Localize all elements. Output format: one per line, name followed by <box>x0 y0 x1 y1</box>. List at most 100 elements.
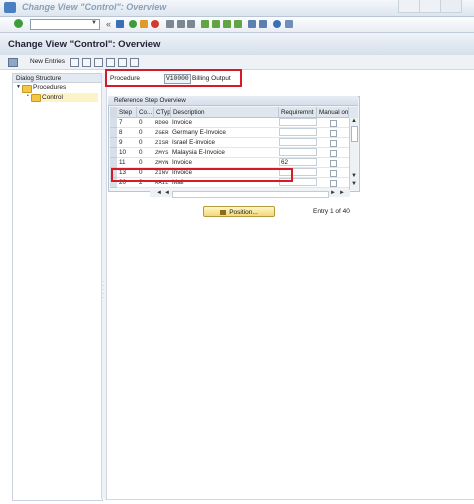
scroll-bottom-icon[interactable]: ▼ <box>351 181 357 188</box>
requirement-input[interactable] <box>279 138 317 146</box>
expand-arrow-icon[interactable]: ▼ <box>16 84 21 90</box>
cell-counter: 0 <box>139 129 143 136</box>
requirement-value <box>280 119 316 128</box>
position-button[interactable]: Position... <box>203 206 275 217</box>
cell-ctyp: RD00 <box>155 119 169 126</box>
column-header-step[interactable]: Step <box>117 107 137 118</box>
deselect-all-icon[interactable] <box>130 58 139 67</box>
cell-counter: 0 <box>139 149 143 156</box>
maximize-button[interactable] <box>419 0 441 13</box>
requirement-value <box>280 139 316 148</box>
requirement-value <box>280 129 316 138</box>
cell-step: 8 <box>119 129 123 136</box>
display-change-icon[interactable] <box>8 58 18 67</box>
scroll-left-icon[interactable]: ◄ <box>164 190 170 197</box>
manual-only-checkbox[interactable] <box>330 150 337 157</box>
cell-description: Israel E-invoice <box>172 139 216 146</box>
scroll-up-icon[interactable]: ▲ <box>351 118 357 125</box>
scroll-down-icon[interactable]: ▼ <box>351 173 357 180</box>
find-icon[interactable] <box>177 20 185 28</box>
cell-ctyp: ZMYN <box>155 159 169 166</box>
cancel-icon[interactable] <box>151 20 159 28</box>
save-icon[interactable] <box>116 20 124 28</box>
column-header-counter[interactable]: Co... <box>137 107 154 118</box>
exit-icon[interactable] <box>140 20 148 28</box>
scroll-thumb[interactable] <box>351 126 358 142</box>
position-button-label: Position... <box>229 209 258 216</box>
requirement-value <box>280 149 316 158</box>
cell-step: 9 <box>119 139 123 146</box>
last-page-icon[interactable] <box>234 20 242 28</box>
column-header-manual-only[interactable]: Manual only <box>317 107 349 118</box>
manual-only-checkbox[interactable] <box>330 170 337 177</box>
folder-icon <box>22 85 32 93</box>
requirement-input[interactable] <box>279 148 317 156</box>
previous-page-icon[interactable] <box>212 20 220 28</box>
print-icon[interactable] <box>166 20 174 28</box>
enter-check-icon[interactable] <box>14 19 23 28</box>
cell-step: 7 <box>119 119 123 126</box>
cell-ctyp: ZISR <box>155 139 169 146</box>
scroll-first-col-icon[interactable]: ◄ <box>156 190 162 197</box>
row-selector[interactable] <box>110 118 117 128</box>
first-page-icon[interactable] <box>201 20 209 28</box>
find-next-icon[interactable] <box>187 20 195 28</box>
cell-ctyp: ZGER <box>155 129 169 136</box>
cell-ctyp: ZMYS <box>155 149 169 156</box>
dialog-structure-header: Dialog Structure <box>13 74 102 83</box>
new-entries-button[interactable]: New Entries <box>30 58 65 65</box>
horizontal-scroll-track[interactable] <box>172 191 329 198</box>
tree-item-procedures[interactable]: Procedures <box>33 84 66 91</box>
row-selector[interactable] <box>110 128 117 138</box>
splitter-grip-icon[interactable]: · · · · · <box>101 279 105 301</box>
requirement-input[interactable] <box>279 128 317 136</box>
chevron-down-icon[interactable]: ▼ <box>90 19 98 28</box>
requirement-input[interactable]: 62 <box>279 158 317 166</box>
manual-only-checkbox[interactable] <box>330 140 337 147</box>
position-icon <box>220 209 227 215</box>
scroll-right-icon[interactable]: ► <box>330 190 336 197</box>
manual-only-checkbox[interactable] <box>330 180 337 187</box>
table-horizontal-scrollbar[interactable]: ◄ ◄ ► ► <box>150 190 350 198</box>
copy-icon[interactable] <box>70 58 79 67</box>
tree-item-control[interactable]: Control <box>41 93 98 102</box>
page-title: Change View "Control": Overview <box>8 39 161 50</box>
next-page-icon[interactable] <box>223 20 231 28</box>
row-selector[interactable] <box>110 158 117 168</box>
close-window-button[interactable] <box>440 0 462 13</box>
tree-node-bullet-icon: • <box>27 93 29 99</box>
help-icon[interactable] <box>273 20 281 28</box>
manual-only-checkbox[interactable] <box>330 130 337 137</box>
minimize-button[interactable] <box>398 0 420 13</box>
new-session-icon[interactable] <box>248 20 256 28</box>
selected-row-highlight-box <box>111 168 293 182</box>
back-icon[interactable] <box>129 20 137 28</box>
requirement-value: 62 <box>281 159 289 166</box>
content-bottom-border <box>105 499 474 500</box>
column-header-ctyp[interactable]: CTyp <box>154 107 171 118</box>
cell-step: 11 <box>119 159 126 166</box>
select-all-icon[interactable] <box>106 58 115 67</box>
cell-counter: 0 <box>139 159 143 166</box>
delete-icon[interactable] <box>82 58 91 67</box>
shortcut-icon[interactable] <box>259 20 267 28</box>
manual-only-checkbox[interactable] <box>330 120 337 127</box>
customize-layout-icon[interactable] <box>285 20 293 28</box>
procedure-value-field[interactable]: V10000 <box>164 74 191 84</box>
manual-only-checkbox[interactable] <box>330 160 337 167</box>
requirement-input[interactable] <box>279 118 317 126</box>
row-selector[interactable] <box>110 138 117 148</box>
undo-icon[interactable] <box>94 58 103 67</box>
cell-description: Invoice <box>172 159 192 166</box>
toolbar-separator-icon: « <box>106 19 112 29</box>
table-title: Reference Step Overview <box>108 96 358 106</box>
scroll-last-col-icon[interactable]: ► <box>339 190 345 197</box>
column-header-requirement[interactable]: Requiremnt <box>279 107 317 118</box>
cell-description: Malaysia E-Invoice <box>172 149 225 156</box>
table-vertical-scrollbar[interactable]: ▲ ▼ ▼ <box>349 118 358 190</box>
cell-step: 10 <box>119 149 127 156</box>
column-header-description[interactable]: Description <box>171 107 279 118</box>
dialog-structure-panel: Dialog Structure <box>12 73 103 501</box>
row-selector[interactable] <box>110 148 117 158</box>
select-block-icon[interactable] <box>118 58 127 67</box>
